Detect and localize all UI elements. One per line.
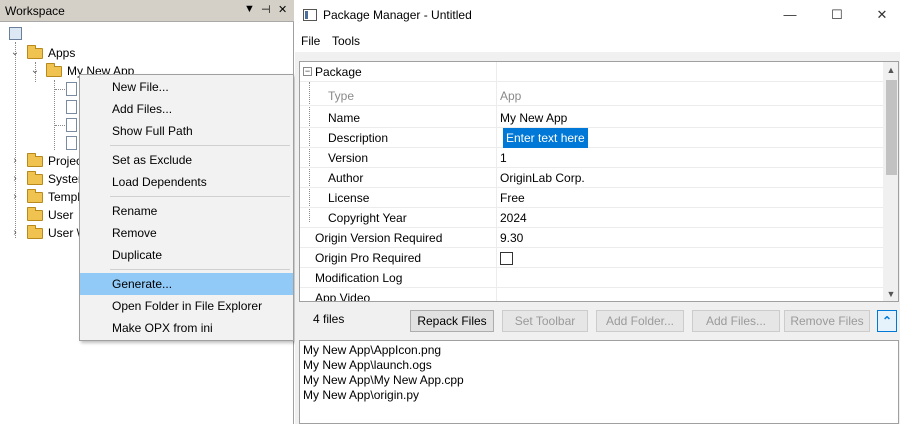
menu-item-new-file[interactable]: New File... <box>80 76 293 98</box>
minimize-button[interactable]: — <box>775 5 805 25</box>
file-count: 4 files <box>313 312 345 326</box>
chevron-right-icon[interactable]: › <box>9 188 21 206</box>
pin-icon[interactable]: ⊣ <box>261 3 271 16</box>
maximize-button[interactable]: ☐ <box>822 5 852 25</box>
tree-item-user[interactable]: User <box>0 206 80 224</box>
menubar: File Tools <box>295 30 900 52</box>
chevron-right-icon[interactable]: › <box>9 170 21 188</box>
file-icon[interactable] <box>66 100 77 114</box>
tree-item-apps[interactable]: ⌄ Apps <box>0 44 294 62</box>
menu-item-rename[interactable]: Rename <box>80 200 293 222</box>
grid-row-version[interactable]: Version 1 <box>300 148 883 168</box>
tree-item-system[interactable]: › Syster <box>0 170 82 188</box>
file-list-item[interactable]: My New App\origin.py <box>303 388 895 403</box>
description-input[interactable]: Enter text here <box>503 128 588 148</box>
file-list-item[interactable]: My New App\My New App.cpp <box>303 373 895 388</box>
repack-files-button[interactable]: Repack Files <box>410 310 494 332</box>
tree-item-templates[interactable]: › Templ <box>0 188 80 206</box>
menu-item-show-full-path[interactable]: Show Full Path <box>80 120 293 142</box>
workspace-title: Workspace <box>5 4 65 18</box>
scroll-up-icon[interactable]: ▲ <box>883 62 898 78</box>
set-toolbar-button[interactable]: Set Toolbar <box>502 310 588 332</box>
menu-separator <box>110 196 290 197</box>
chevron-right-icon[interactable]: › <box>9 224 21 242</box>
package-manager-icon <box>303 9 317 21</box>
collapse-chevron-icon[interactable]: ⌃ <box>877 310 897 332</box>
collapse-icon[interactable]: − <box>303 67 312 76</box>
menu-item-set-as-exclude[interactable]: Set as Exclude <box>80 149 293 171</box>
context-menu: New File... Add Files... Show Full Path … <box>79 74 294 341</box>
grid-row-app-video[interactable]: App Video <box>300 288 883 301</box>
grid-row-modification-log[interactable]: Modification Log <box>300 268 883 288</box>
grid-scrollbar[interactable]: ▲ ▼ <box>883 62 898 301</box>
menu-item-generate[interactable]: Generate... <box>80 273 293 295</box>
grid-row-description[interactable]: Description Enter text here <box>300 128 883 148</box>
folder-icon <box>27 171 43 185</box>
folder-icon <box>27 207 43 221</box>
menu-item-load-dependents[interactable]: Load Dependents <box>80 171 293 193</box>
remove-files-button[interactable]: Remove Files <box>784 310 870 332</box>
grid-row-name[interactable]: Name My New App <box>300 108 883 128</box>
close-button[interactable]: ✕ <box>867 5 897 25</box>
chevron-right-icon[interactable]: › <box>9 152 21 170</box>
scroll-down-icon[interactable]: ▼ <box>883 286 898 301</box>
workspace-root-icon[interactable] <box>9 27 22 40</box>
chevron-down-icon[interactable]: ⌄ <box>29 62 41 80</box>
menu-item-duplicate[interactable]: Duplicate <box>80 244 293 266</box>
folder-open-icon <box>27 45 43 59</box>
file-icon[interactable] <box>66 136 77 150</box>
folder-icon <box>27 225 43 239</box>
origin-pro-checkbox[interactable] <box>500 252 513 265</box>
menu-file[interactable]: File <box>301 34 320 48</box>
menu-item-open-folder[interactable]: Open Folder in File Explorer <box>80 295 293 317</box>
file-list-item[interactable]: My New App\launch.ogs <box>303 358 895 373</box>
grid-row-copyright-year[interactable]: Copyright Year 2024 <box>300 208 883 228</box>
ogs-file-icon[interactable] <box>66 118 77 132</box>
scroll-thumb[interactable] <box>886 80 897 175</box>
grid-row-author[interactable]: Author OriginLab Corp. <box>300 168 883 188</box>
folder-open-icon <box>46 63 62 77</box>
package-manager-window: Package Manager - Untitled — ☐ ✕ File To… <box>295 0 900 424</box>
chevron-down-icon[interactable]: ⌄ <box>9 44 21 62</box>
menu-item-make-opx[interactable]: Make OPX from ini <box>80 317 293 339</box>
add-files-button[interactable]: Add Files... <box>692 310 780 332</box>
tree-item-user-files[interactable]: › User \ <box>0 224 80 242</box>
window-title: Package Manager - Untitled <box>323 8 472 22</box>
file-list: My New App\AppIcon.png My New App\launch… <box>299 340 899 424</box>
grid-row-license[interactable]: License Free <box>300 188 883 208</box>
tree-line <box>55 89 65 90</box>
property-grid: − Package Type App Name My New App Descr… <box>299 61 899 302</box>
menu-separator <box>110 145 290 146</box>
close-icon[interactable]: ✕ <box>278 3 287 16</box>
grid-row-origin-version[interactable]: Origin Version Required 9.30 <box>300 228 883 248</box>
pm-titlebar: Package Manager - Untitled — ☐ ✕ <box>295 0 900 30</box>
file-toolbar: 4 files Repack Files Set Toolbar Add Fol… <box>299 308 899 334</box>
workspace-titlebar: Workspace ▼ ⊣ ✕ <box>0 0 294 22</box>
grid-section-package[interactable]: − Package <box>300 62 883 82</box>
menu-tools[interactable]: Tools <box>332 34 360 48</box>
menu-separator <box>110 269 290 270</box>
file-list-item[interactable]: My New App\AppIcon.png <box>303 343 895 358</box>
grid-row-type[interactable]: Type App <box>300 86 883 106</box>
tree-line <box>54 80 55 150</box>
tree-item-projects[interactable]: › Projec <box>0 152 82 170</box>
menu-item-remove[interactable]: Remove <box>80 222 293 244</box>
add-folder-button[interactable]: Add Folder... <box>596 310 684 332</box>
folder-icon <box>27 153 43 167</box>
tree-line <box>55 125 65 126</box>
dropdown-arrow-icon[interactable]: ▼ <box>244 3 255 15</box>
cpp-file-icon[interactable] <box>66 82 77 96</box>
grid-row-origin-pro[interactable]: Origin Pro Required <box>300 248 883 268</box>
folder-icon <box>27 189 43 203</box>
menu-item-add-files[interactable]: Add Files... <box>80 98 293 120</box>
